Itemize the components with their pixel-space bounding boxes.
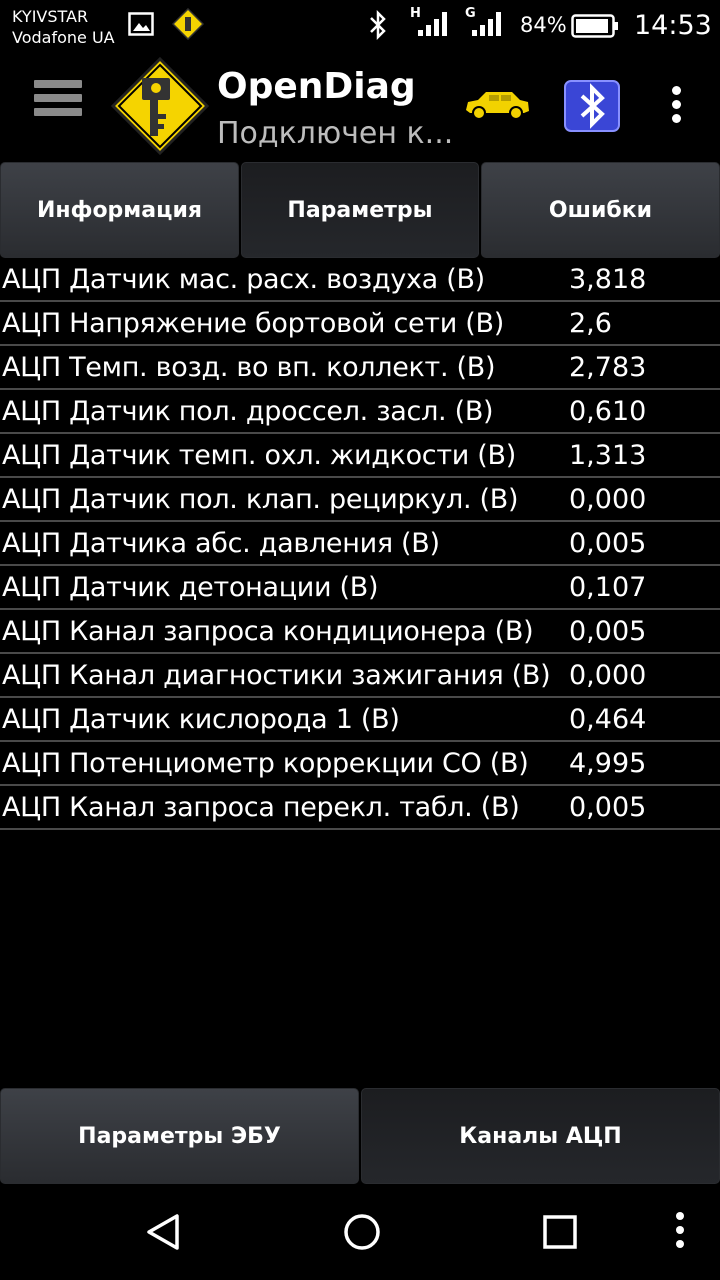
gallery-notification-icon: [128, 12, 154, 36]
param-value: 0,005: [569, 792, 647, 823]
parameters-list[interactable]: АЦП Датчик мас. расх. воздуха (В) 3,818 А…: [0, 258, 720, 830]
param-value: 0,000: [569, 484, 647, 515]
tab-adc-channels[interactable]: Каналы АЦП: [361, 1088, 720, 1184]
param-value: 0,107: [569, 572, 647, 603]
signal-strength-icon-2: [472, 12, 501, 36]
carrier-line-2: Vodafone UA: [12, 28, 115, 47]
clock: 14:53: [634, 10, 712, 41]
tab-label: Параметры: [287, 197, 433, 223]
menu-icon[interactable]: [34, 80, 82, 130]
param-name: АЦП Канал запроса перекл. табл. (В): [2, 792, 520, 823]
overflow-menu-icon[interactable]: [664, 86, 688, 126]
app-notification-icon: [172, 8, 204, 40]
signal-strength-icon-1: [418, 12, 447, 36]
opendiag-logo: [110, 56, 210, 156]
carrier-line-1: KYIVSTAR: [12, 7, 89, 26]
battery-percent: 84%: [520, 13, 567, 37]
param-name: АЦП Канал диагностики зажигания (В): [2, 660, 551, 691]
car-icon[interactable]: [462, 86, 532, 122]
list-item[interactable]: АЦП Канал диагностики зажигания (В) 0,000: [0, 654, 720, 698]
list-item[interactable]: АЦП Темп. возд. во вп. коллект. (В) 2,783: [0, 346, 720, 390]
connection-status: Подключен к...: [217, 116, 454, 151]
list-item[interactable]: АЦП Канал запроса перекл. табл. (В) 0,005: [0, 786, 720, 830]
bluetooth-connection-icon[interactable]: [564, 80, 620, 132]
param-value: 0,000: [569, 660, 647, 691]
battery-icon: [571, 14, 618, 38]
param-value: 0,005: [569, 616, 647, 647]
list-item[interactable]: АЦП Датчика абс. давления (В) 0,005: [0, 522, 720, 566]
param-value: 2,6: [569, 308, 612, 339]
list-item[interactable]: АЦП Канал запроса кондиционера (В) 0,005: [0, 610, 720, 654]
nav-more-icon[interactable]: [670, 1212, 690, 1256]
param-name: АЦП Датчик детонации (В): [2, 572, 379, 603]
home-icon[interactable]: [342, 1212, 382, 1252]
list-item[interactable]: АЦП Датчик пол. дроссел. засл. (В) 0,610: [0, 390, 720, 434]
param-name: АЦП Канал запроса кондиционера (В): [2, 616, 534, 647]
list-item[interactable]: АЦП Потенциометр коррекции СО (В) 4,995: [0, 742, 720, 786]
app-bar: OpenDiag Подключен к...: [0, 50, 720, 160]
tab-label: Параметры ЭБУ: [78, 1123, 281, 1149]
param-name: АЦП Датчика абс. давления (В): [2, 528, 440, 559]
tab-label: Каналы АЦП: [459, 1123, 622, 1149]
app-title: OpenDiag: [217, 66, 416, 107]
param-value: 0,005: [569, 528, 647, 559]
navigation-bar: [0, 1184, 720, 1280]
list-item[interactable]: АЦП Датчик темп. охл. жидкости (В) 1,313: [0, 434, 720, 478]
tab-ecu-parameters[interactable]: Параметры ЭБУ: [0, 1088, 359, 1184]
status-bar: KYIVSTAR Vodafone UA H G 84% 14:53: [0, 0, 720, 50]
recent-apps-icon[interactable]: [542, 1214, 578, 1250]
param-name: АЦП Датчик мас. расх. воздуха (В): [2, 264, 485, 295]
list-item[interactable]: АЦП Датчик кислорода 1 (В) 0,464: [0, 698, 720, 742]
param-value: 4,995: [569, 748, 647, 779]
tab-label: Информация: [37, 197, 202, 223]
param-name: АЦП Потенциометр коррекции СО (В): [2, 748, 529, 779]
bluetooth-status-icon: [370, 10, 386, 40]
top-tabs: Информация Параметры Ошибки: [0, 162, 720, 258]
param-name: АЦП Датчик пол. клап. рециркул. (В): [2, 484, 519, 515]
back-icon[interactable]: [144, 1212, 184, 1252]
param-name: АЦП Датчик темп. охл. жидкости (В): [2, 440, 516, 471]
param-name: АЦП Темп. возд. во вп. коллект. (В): [2, 352, 496, 383]
list-item[interactable]: АЦП Датчик пол. клап. рециркул. (В) 0,000: [0, 478, 720, 522]
list-item[interactable]: АЦП Датчик детонации (В) 0,107: [0, 566, 720, 610]
bottom-tabs: Параметры ЭБУ Каналы АЦП: [0, 1088, 720, 1184]
tab-parameters[interactable]: Параметры: [241, 162, 479, 258]
param-name: АЦП Датчик кислорода 1 (В): [2, 704, 400, 735]
carrier-info: KYIVSTAR Vodafone UA: [12, 6, 115, 48]
list-item[interactable]: АЦП Датчик мас. расх. воздуха (В) 3,818: [0, 258, 720, 302]
tab-label: Ошибки: [548, 197, 653, 223]
param-name: АЦП Напряжение бортовой сети (В): [2, 308, 504, 339]
param-value: 2,783: [569, 352, 647, 383]
param-value: 3,818: [569, 264, 647, 295]
tab-information[interactable]: Информация: [0, 162, 239, 258]
param-value: 0,610: [569, 396, 647, 427]
param-value: 1,313: [569, 440, 647, 471]
param-value: 0,464: [569, 704, 647, 735]
list-item[interactable]: АЦП Напряжение бортовой сети (В) 2,6: [0, 302, 720, 346]
param-name: АЦП Датчик пол. дроссел. засл. (В): [2, 396, 494, 427]
tab-errors[interactable]: Ошибки: [481, 162, 720, 258]
